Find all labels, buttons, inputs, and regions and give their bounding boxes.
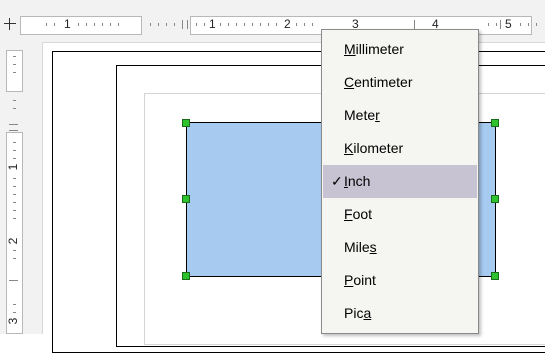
menu-item-pica[interactable]: Pica	[323, 297, 477, 330]
resize-handle-bottom-right[interactable]	[491, 272, 499, 280]
unit-context-menu[interactable]: Millimeter Centimeter Meter Kilometer ✓ …	[321, 29, 479, 334]
menu-item-miles[interactable]: Miles	[323, 231, 477, 264]
ruler-number: 1	[6, 163, 20, 171]
resize-handle-bottom-left[interactable]	[182, 272, 190, 280]
ruler-origin-crosshair-icon[interactable]	[2, 16, 18, 32]
menu-item-foot[interactable]: Foot	[323, 198, 477, 231]
ruler-number: 1	[209, 17, 216, 31]
ruler-margin-strip	[20, 16, 142, 35]
resize-handle-top-left[interactable]	[182, 119, 190, 127]
menu-item-meter[interactable]: Meter	[323, 99, 477, 132]
ruler-number: 2	[6, 237, 20, 245]
menu-item-inch[interactable]: ✓ Inch	[323, 165, 477, 198]
checkmark-icon: ✓	[331, 173, 343, 189]
menu-item-kilometer[interactable]: Kilometer	[323, 132, 477, 165]
ruler-number: 3	[6, 317, 20, 325]
ruler-number: 1	[64, 17, 71, 31]
menu-item-centimeter[interactable]: Centimeter	[323, 66, 477, 99]
ruler-number: 2	[284, 17, 291, 31]
resize-handle-top-right[interactable]	[491, 119, 499, 127]
menu-item-point[interactable]: Point	[323, 264, 477, 297]
ruler-number: 5	[505, 17, 512, 31]
menu-item-millimeter[interactable]: Millimeter	[323, 33, 477, 66]
resize-handle-left[interactable]	[182, 195, 190, 203]
vertical-ruler[interactable]: 1 2 3	[0, 42, 43, 334]
resize-handle-right[interactable]	[491, 195, 499, 203]
